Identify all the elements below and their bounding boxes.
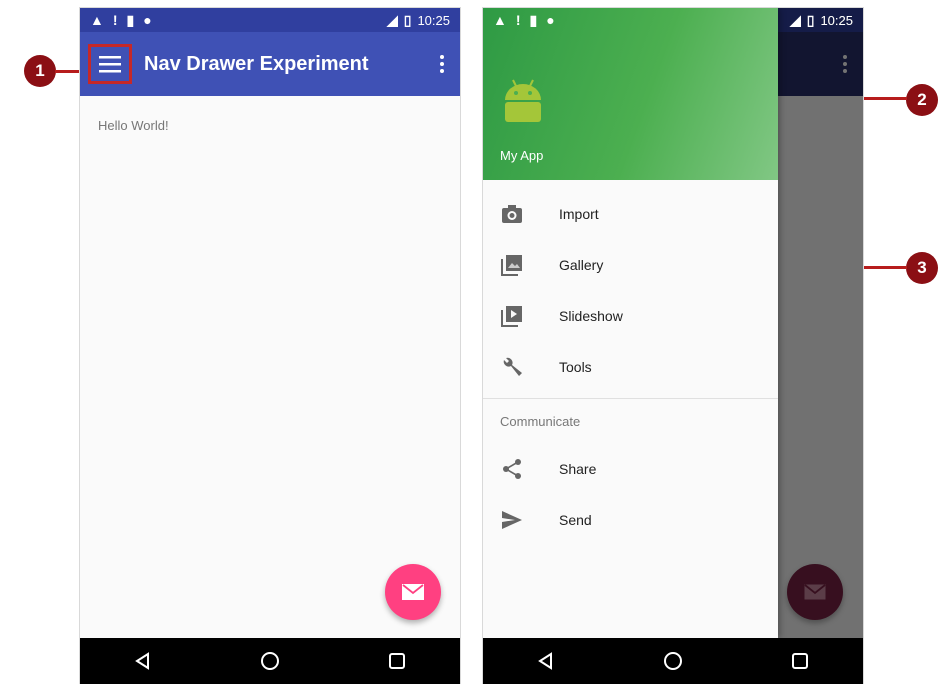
drawer-section-title: Communicate: [500, 413, 581, 429]
email-icon: [402, 584, 424, 600]
phone-screen-drawer-open: 10:25 ▲ ! ▮ ● ◢ ▯: [483, 8, 863, 684]
phone-screen-main: ▲ ! ▮ ● ◢ ▯ 10:25 Nav Drawer Experiment …: [80, 8, 460, 684]
callout-badge-1: 1: [24, 55, 56, 87]
drawer-item-send[interactable]: Send: [483, 494, 778, 545]
system-nav-bar: [483, 638, 863, 684]
back-button[interactable]: [526, 641, 566, 681]
drawer-item-label: Share: [559, 460, 597, 477]
drawer-item-label: Import: [559, 205, 599, 222]
slideshow-icon: [500, 304, 524, 328]
back-button[interactable]: [123, 641, 163, 681]
drawer-header: ▲ ! ▮ ● ◢ ▯ 10:25 My App: [483, 8, 853, 180]
toolbar-title: Nav Drawer Experiment: [144, 52, 369, 75]
drawer-item-label: Gallery: [559, 256, 604, 273]
home-circle-icon: [663, 652, 682, 670]
system-nav-bar: [80, 638, 460, 684]
sd-card-icon: ▮: [529, 12, 538, 28]
drawer-item-tools[interactable]: Tools: [483, 341, 778, 392]
drawer-item-gallery[interactable]: Gallery: [483, 239, 778, 290]
home-button[interactable]: [250, 641, 290, 681]
home-circle-icon: [260, 652, 279, 670]
signal-icon: ◢: [789, 12, 801, 28]
callout-badge-3: 3: [906, 252, 938, 284]
share-icon: [500, 457, 524, 481]
battery-icon: ▯: [403, 12, 412, 28]
wrench-icon: [500, 355, 524, 379]
battery-icon: ▯: [806, 12, 815, 28]
send-icon: [500, 508, 524, 532]
app-toolbar: Nav Drawer Experiment: [80, 32, 460, 96]
hello-world-text: Hello World!: [98, 118, 169, 133]
hamburger-menu-button[interactable]: [88, 44, 132, 84]
drawer-item-label: Tools: [559, 358, 592, 375]
android-logo-icon: [505, 79, 541, 122]
hamburger-icon: [99, 56, 121, 73]
chat-icon: ●: [143, 12, 152, 28]
alert-icon: !: [112, 12, 118, 28]
more-vert-icon: [440, 55, 444, 59]
overflow-menu-button[interactable]: [440, 55, 444, 73]
more-vert-dot: [440, 62, 444, 66]
recents-square-icon: [791, 653, 808, 669]
drawer-item-share[interactable]: Share: [483, 443, 778, 494]
more-vert-dot: [440, 69, 444, 73]
status-bar: ▲ ! ▮ ● ◢ ▯ 10:25: [483, 8, 863, 32]
chat-icon: ●: [546, 12, 555, 28]
drawer-item-import[interactable]: Import: [483, 188, 778, 239]
camera-icon: [500, 202, 524, 226]
recents-square-icon: [388, 653, 405, 669]
signal-icon: ◢: [386, 12, 398, 28]
warning-icon: ▲: [90, 12, 104, 28]
status-bar: ▲ ! ▮ ● ◢ ▯ 10:25: [80, 8, 460, 32]
back-triangle-icon: [135, 652, 150, 670]
callout-badge-2: 2: [906, 84, 938, 116]
status-time: 10:25: [820, 12, 853, 28]
warning-icon: ▲: [493, 12, 507, 28]
recents-button[interactable]: [780, 641, 820, 681]
drawer-menu: Import Gallery Slideshow Tools Communica…: [483, 188, 778, 545]
status-time: 10:25: [417, 12, 450, 28]
gallery-icon: [500, 253, 524, 277]
home-button[interactable]: [653, 641, 693, 681]
drawer-item-label: Slideshow: [559, 307, 623, 324]
drawer-item-slideshow[interactable]: Slideshow: [483, 290, 778, 341]
drawer-app-name: My App: [500, 148, 544, 163]
drawer-item-label: Send: [559, 511, 592, 528]
alert-icon: !: [515, 12, 521, 28]
navigation-drawer: ▲ ! ▮ ● ◢ ▯ 10:25 My App Import Gallery …: [483, 8, 853, 638]
email-fab-button[interactable]: [385, 564, 441, 620]
sd-card-icon: ▮: [126, 12, 135, 28]
back-triangle-icon: [538, 652, 553, 670]
recents-button[interactable]: [377, 641, 417, 681]
